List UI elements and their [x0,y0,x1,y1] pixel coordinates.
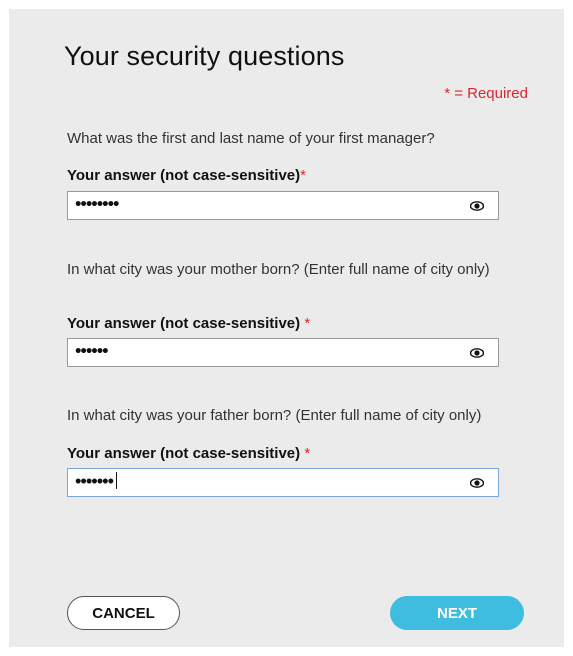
required-asterisk: * [304,445,311,462]
cancel-button[interactable]: CANCEL [67,596,180,630]
question-2-answer-label: Your answer (not case-sensitive) * [67,315,310,332]
security-questions-panel: Your security questions * = Required Wha… [9,9,564,647]
text-cursor [116,472,118,489]
question-2-prompt: In what city was your mother born? (Ente… [67,261,490,278]
question-1-answer-value: •••••••• [74,197,120,213]
answer-label-text: Your answer (not case-sensitive) [67,167,301,184]
eye-icon[interactable] [470,477,484,489]
required-legend: * = Required [444,85,528,102]
question-3-answer-label: Your answer (not case-sensitive) * [67,445,310,462]
page-title: Your security questions [64,41,345,71]
question-3-answer-text: ••••••• [74,474,115,491]
next-button[interactable]: NEXT [390,596,524,630]
question-2-answer-value: •••••• [74,344,110,360]
question-1-prompt: What was the first and last name of your… [67,130,435,147]
question-1-answer-input[interactable]: •••••••• [67,191,499,220]
answer-label-text: Your answer (not case-sensitive) [67,315,301,332]
eye-icon[interactable] [470,347,484,359]
required-asterisk: * [300,167,306,184]
question-3-answer-input[interactable]: ••••••• [67,468,499,497]
answer-label-text: Your answer (not case-sensitive) [67,445,301,462]
question-1-answer-label: Your answer (not case-sensitive)* [67,167,306,184]
question-2-answer-input[interactable]: •••••• [67,338,499,367]
question-3-prompt: In what city was your father born? (Ente… [67,407,482,424]
eye-icon[interactable] [470,200,484,212]
question-3-answer-value: ••••••• [74,472,118,491]
required-asterisk: * [304,315,311,332]
